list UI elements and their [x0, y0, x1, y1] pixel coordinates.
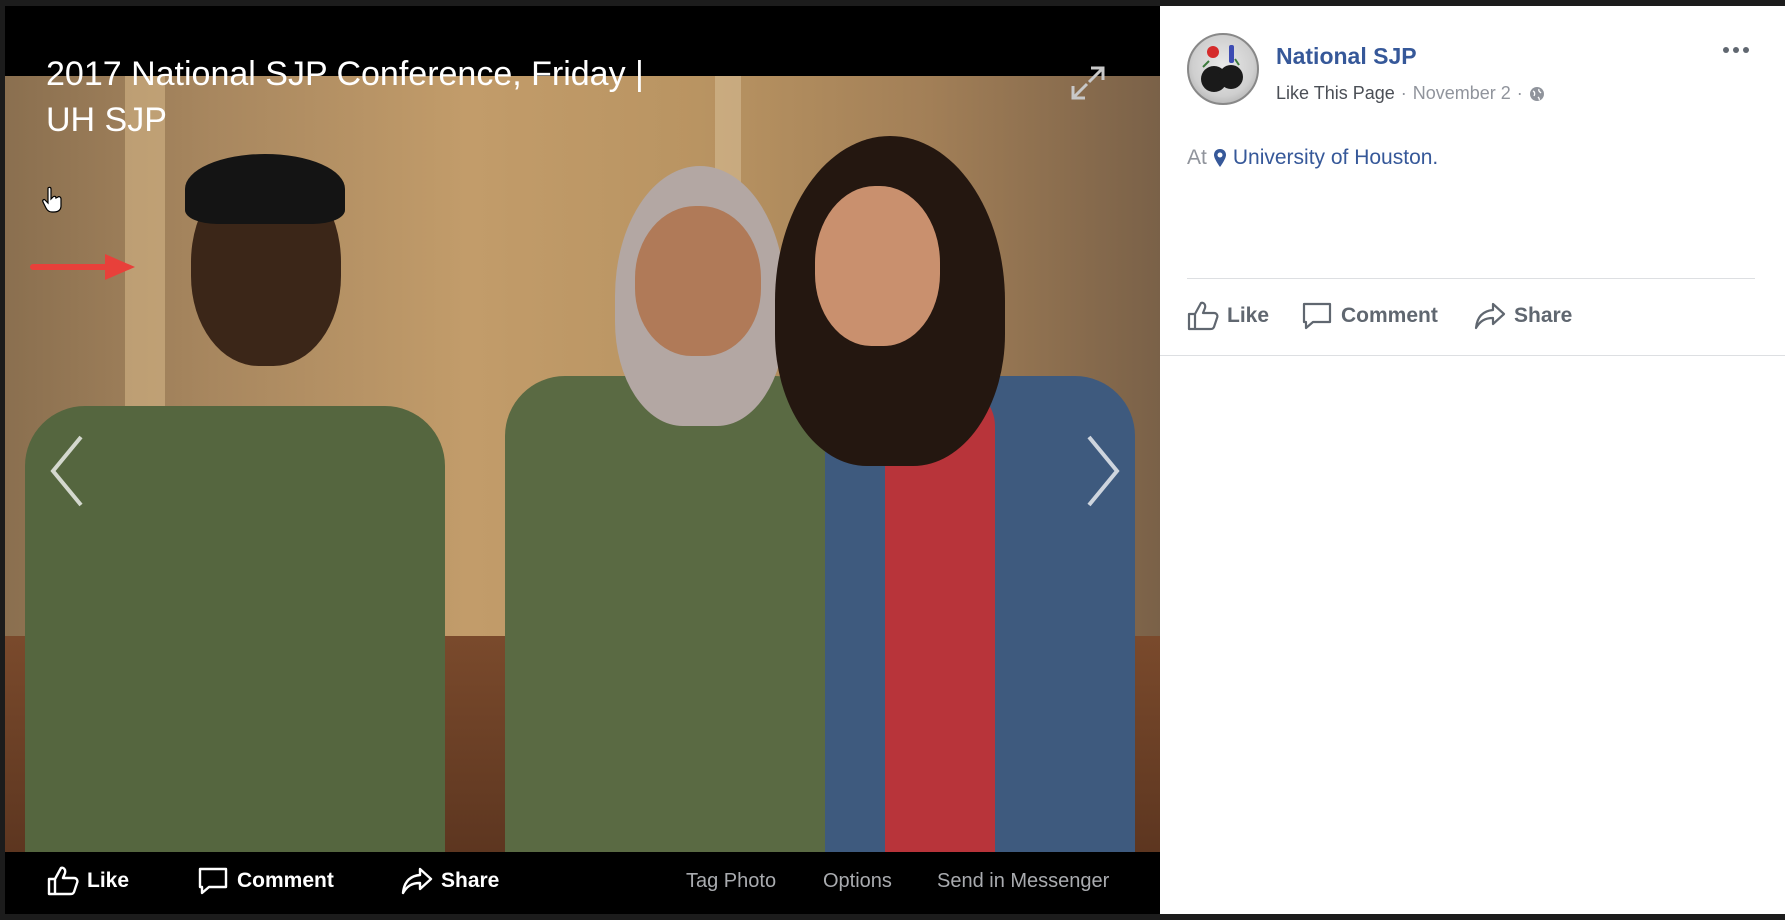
tag-photo-link[interactable]: Tag Photo: [686, 870, 776, 893]
post-like-button[interactable]: Like: [1187, 301, 1269, 331]
options-link[interactable]: Options: [823, 870, 892, 893]
comment-icon: [1302, 302, 1332, 330]
avatar-logo: [1201, 45, 1243, 92]
avatar[interactable]: [1187, 33, 1259, 105]
post-meta: Like This Page · November 2 ·: [1276, 83, 1545, 104]
post-action-bar: Like Comment Share: [1187, 301, 1767, 341]
red-arrow-icon: [30, 254, 135, 280]
photo-comment-button[interactable]: Comment: [197, 866, 334, 896]
globe-icon: [1529, 86, 1544, 101]
next-arrow-icon[interactable]: [1081, 431, 1125, 511]
post-date[interactable]: November 2: [1413, 83, 1511, 104]
photo-comment-label: Comment: [237, 869, 334, 892]
post-share-button[interactable]: Share: [1474, 301, 1572, 331]
divider: [1160, 355, 1785, 356]
meta-separator: ·: [1516, 83, 1523, 103]
like-icon: [47, 866, 79, 896]
share-icon: [1474, 302, 1506, 330]
comment-icon: [198, 867, 228, 895]
photo-like-label: Like: [87, 869, 130, 892]
previous-arrow-icon[interactable]: [45, 431, 89, 511]
photo-viewer: 2017 National SJP Conference, Friday | U…: [5, 6, 1160, 914]
more-options-icon[interactable]: [1720, 40, 1752, 60]
location-line: At University of Houston.: [1187, 146, 1438, 170]
send-in-messenger-link[interactable]: Send in Messenger: [937, 870, 1109, 893]
photo-share-button[interactable]: Share: [401, 866, 499, 896]
page-name-link[interactable]: National SJP: [1276, 43, 1417, 70]
divider: [1187, 278, 1755, 279]
photo[interactable]: [5, 76, 1160, 856]
location-pin-icon: [1213, 149, 1226, 167]
like-icon: [1187, 301, 1219, 331]
photo-like-button[interactable]: Like: [47, 866, 129, 896]
share-icon: [401, 867, 433, 895]
photo-action-bar: Like Comment Share Tag Photo Options Sen…: [5, 852, 1160, 914]
post-sidebar: National SJP Like This Page · November 2…: [1160, 6, 1785, 914]
like-this-page-link[interactable]: Like This Page: [1276, 83, 1395, 104]
photo-title: 2017 National SJP Conference, Friday | U…: [46, 55, 644, 139]
hand-cursor-icon: [42, 186, 62, 213]
post-comment-label: Comment: [1341, 304, 1438, 327]
meta-separator: ·: [1400, 83, 1407, 103]
photo-share-label: Share: [441, 869, 500, 892]
expand-icon[interactable]: [1067, 62, 1109, 104]
location-prefix: At: [1187, 146, 1207, 169]
post-like-label: Like: [1227, 304, 1270, 327]
post-comment-button[interactable]: Comment: [1301, 301, 1438, 331]
post-share-label: Share: [1514, 304, 1573, 327]
location-link[interactable]: University of Houston.: [1233, 146, 1438, 170]
